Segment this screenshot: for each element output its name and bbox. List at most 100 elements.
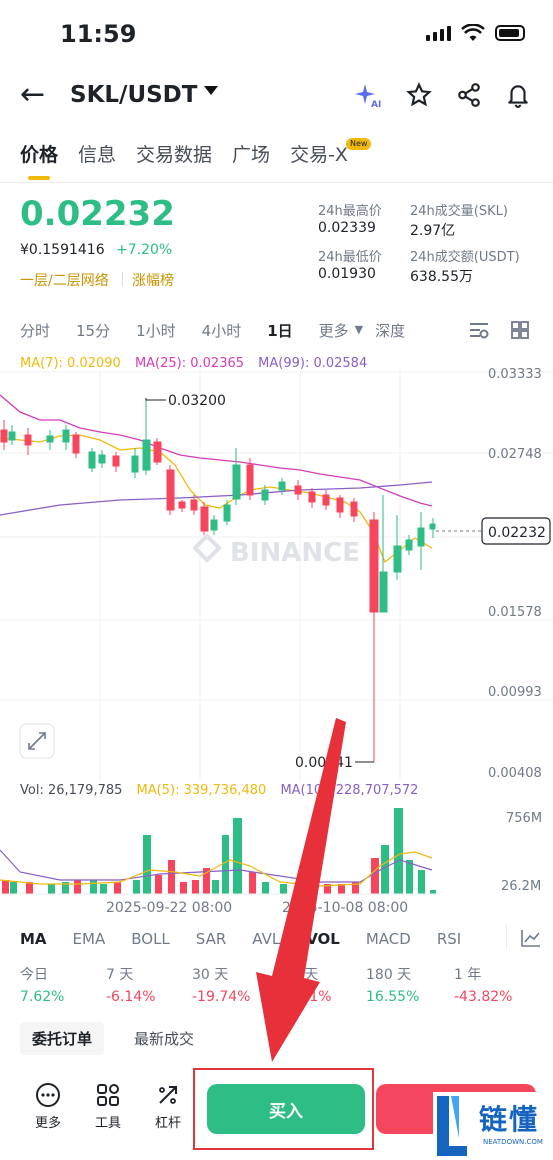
buy-button[interactable]: 买入 bbox=[207, 1084, 365, 1134]
interval-more[interactable]: 更多 bbox=[319, 320, 349, 341]
back-icon[interactable]: ← bbox=[20, 80, 45, 110]
divider bbox=[0, 182, 553, 183]
indicator-sar[interactable]: SAR bbox=[196, 930, 226, 948]
star-icon[interactable] bbox=[404, 80, 434, 110]
y-tick: 0.00408 bbox=[488, 766, 542, 781]
vol-ma5-label: MA(5): 339,736,480 bbox=[136, 783, 267, 798]
share-icon[interactable] bbox=[454, 80, 484, 110]
signal-icon bbox=[426, 25, 451, 41]
indicator-bar: MA EMA BOLL SAR AVL VOL MACD RSI bbox=[20, 930, 487, 948]
perf-value: -43.82% bbox=[454, 989, 513, 1005]
perf-period: 180 天 bbox=[366, 967, 412, 983]
indicator-macd[interactable]: MACD bbox=[366, 930, 411, 948]
stat-high-value: 0.02339 bbox=[318, 220, 376, 236]
interval-depth[interactable]: 深度 bbox=[375, 320, 405, 341]
more-icon bbox=[28, 1082, 68, 1112]
indicator-ema[interactable]: EMA bbox=[73, 930, 106, 948]
last-price: 0.02232 bbox=[20, 194, 175, 234]
high-annotation: 0.03200 bbox=[145, 393, 226, 409]
stat-low-value: 0.01930 bbox=[318, 266, 376, 282]
y-axis: 0.03333 0.02748 0.01578 0.00993 0.00408 bbox=[488, 367, 542, 781]
status-time: 11:59 bbox=[60, 20, 137, 48]
last-price-tag-text: 0.02232 bbox=[488, 525, 546, 541]
more-button[interactable]: 更多 bbox=[28, 1082, 68, 1131]
tab-trade-x[interactable]: 交易-X bbox=[290, 140, 348, 167]
stat-volume-label: 24h成交量(SKL) bbox=[410, 204, 508, 219]
indicator-rsi[interactable]: RSI bbox=[437, 930, 461, 948]
perf-value: -6.14% bbox=[106, 989, 156, 1005]
site-logo: 链懂 NEATDOWN.COM bbox=[433, 1092, 553, 1160]
tools-label: 工具 bbox=[94, 1116, 121, 1131]
indicator-avl[interactable]: AVL bbox=[252, 930, 280, 948]
perf-value: 16.55% bbox=[366, 989, 420, 1005]
tab-info[interactable]: 信息 bbox=[78, 140, 116, 167]
volume-label: Vol: 26,179,785 bbox=[20, 783, 123, 798]
indicator-ma[interactable]: MA bbox=[20, 930, 47, 948]
price-change: +7.20% bbox=[116, 242, 173, 258]
volume-chart: 756M 26.2M bbox=[0, 808, 542, 895]
expand-icon[interactable] bbox=[19, 723, 55, 759]
candlestick-chart[interactable]: BINANCE 0.03200 0.00541 0.03333 0.02748 … bbox=[0, 340, 553, 790]
tools-icon bbox=[88, 1082, 128, 1112]
x-label-1: 2025-09-22 08:00 bbox=[106, 900, 233, 916]
tab-latest-trades[interactable]: 最新成交 bbox=[134, 1028, 194, 1049]
tab-open-orders[interactable]: 委托订单 bbox=[20, 1022, 105, 1055]
tab-trading-data[interactable]: 交易数据 bbox=[136, 140, 212, 167]
interval-bar: 分时 15分 1小时 4小时 1日 更多 ▼ 深度 bbox=[20, 320, 405, 341]
high-price-label: 0.03200 bbox=[168, 393, 226, 409]
bell-icon[interactable] bbox=[503, 80, 533, 110]
leverage-button[interactable]: 杠杆 bbox=[148, 1082, 188, 1131]
chart-watermark: BINANCE bbox=[192, 533, 360, 568]
ma25-line bbox=[0, 394, 433, 507]
perf-period: 90 天 bbox=[282, 967, 319, 983]
chevron-down-icon[interactable] bbox=[204, 86, 218, 95]
perf-period: 今日 bbox=[20, 967, 48, 983]
pair-title[interactable]: SKL/USDT bbox=[70, 82, 197, 108]
y-tick: 0.02748 bbox=[488, 447, 542, 462]
interval-4h[interactable]: 4小时 bbox=[202, 320, 242, 341]
perf-value: 7.62% bbox=[20, 989, 65, 1005]
tag-separator bbox=[122, 272, 123, 286]
low-price-label: 0.00541 bbox=[295, 755, 353, 771]
vol-y-tick: 756M bbox=[506, 811, 542, 826]
perf-period: 7 天 bbox=[106, 967, 134, 983]
tag-gainers[interactable]: 涨幅榜 bbox=[132, 270, 174, 290]
indicator-divider bbox=[506, 925, 507, 949]
leverage-label: 杠杆 bbox=[154, 1116, 181, 1131]
perf-period: 1 年 bbox=[454, 967, 482, 983]
tab-price[interactable]: 价格 bbox=[20, 140, 58, 167]
logo-text: 链懂 bbox=[479, 1103, 540, 1136]
leverage-icon bbox=[148, 1082, 188, 1112]
wifi-icon bbox=[461, 24, 485, 41]
chevron-down-icon[interactable]: ▼ bbox=[355, 320, 363, 341]
volume-legend: Vol: 26,179,785 MA(5): 339,736,480 MA(10… bbox=[20, 783, 418, 798]
battery-icon bbox=[495, 25, 525, 41]
watermark-text: BINANCE bbox=[230, 538, 360, 568]
tab-square[interactable]: 广场 bbox=[232, 140, 270, 167]
perf-period: 30 天 bbox=[192, 967, 229, 983]
stat-volume-value: 2.97亿 bbox=[410, 223, 456, 239]
y-tick: 0.00993 bbox=[488, 685, 542, 700]
stat-turnover-value: 638.55万 bbox=[410, 269, 473, 285]
logo-subtext: NEATDOWN.COM bbox=[483, 1138, 543, 1146]
status-icons bbox=[426, 24, 525, 42]
interval-time[interactable]: 分时 bbox=[20, 320, 50, 341]
tools-button[interactable]: 工具 bbox=[88, 1082, 128, 1131]
more-label: 更多 bbox=[34, 1116, 61, 1131]
y-tick: 0.03333 bbox=[488, 367, 542, 382]
ai-sparkle-icon[interactable]: AI bbox=[352, 80, 382, 110]
stat-low-label: 24h最低价 bbox=[318, 250, 382, 265]
perf-value: -19.74% bbox=[192, 989, 251, 1005]
perf-value: -0.61% bbox=[282, 989, 332, 1005]
fiat-price: ¥0.1591416 bbox=[20, 242, 105, 258]
indicator-vol[interactable]: VOL bbox=[306, 930, 340, 948]
indicator-settings-icon[interactable] bbox=[520, 928, 542, 952]
interval-15m[interactable]: 15分 bbox=[76, 320, 110, 341]
interval-1h[interactable]: 1小时 bbox=[136, 320, 176, 341]
interval-1d[interactable]: 1日 bbox=[267, 320, 292, 341]
new-badge: New bbox=[346, 138, 372, 150]
vol-ma10-label: MA(10): 228,707,572 bbox=[280, 783, 419, 798]
tab-underline bbox=[28, 176, 50, 180]
indicator-boll[interactable]: BOLL bbox=[131, 930, 170, 948]
tag-layer[interactable]: 一层/二层网络 bbox=[20, 270, 109, 290]
